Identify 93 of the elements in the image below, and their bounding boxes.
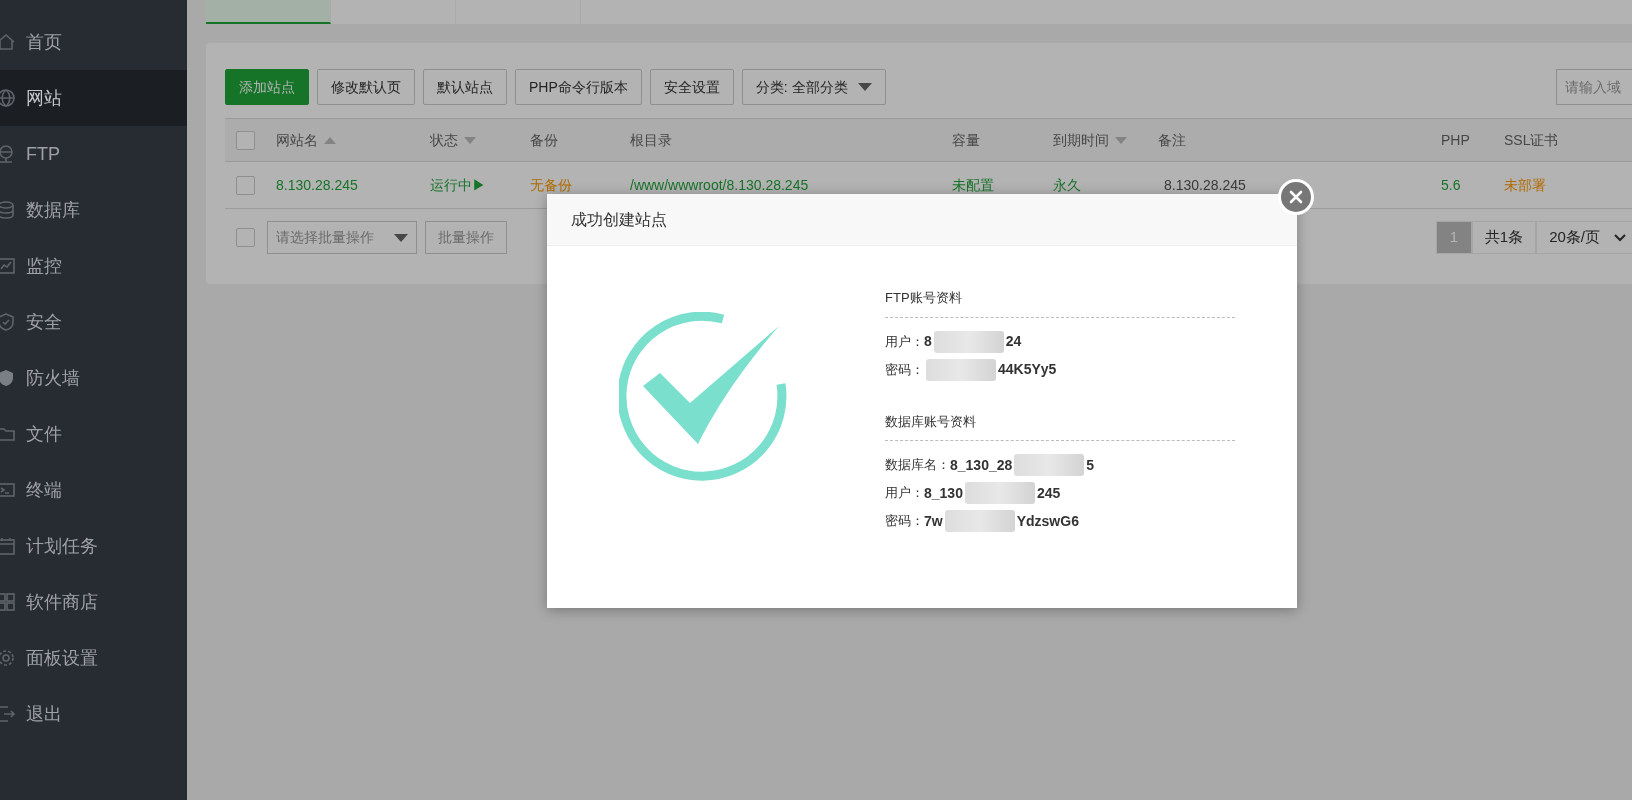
- column-header[interactable]: 状态: [430, 131, 476, 148]
- redaction-smear: [944, 510, 1015, 532]
- table-cell: 未部署: [1504, 176, 1546, 193]
- toolbar-button[interactable]: PHP命令行版本: [515, 69, 642, 105]
- section-heading: 数据库账号资料: [885, 411, 1235, 441]
- sidebar-item[interactable]: 软件商店: [0, 574, 187, 630]
- redaction-smear: [1014, 454, 1085, 476]
- field-label: 密码：: [885, 512, 924, 531]
- column-header: PHP: [1441, 131, 1470, 148]
- sidebar-item[interactable]: 退出: [0, 686, 187, 742]
- search-field[interactable]: 请输入域: [1556, 69, 1632, 105]
- close-icon: [1289, 190, 1303, 204]
- sidebar-label: 网站: [26, 86, 62, 110]
- table-cell: 8.130.28.245: [276, 176, 358, 193]
- field-label: 密码：: [885, 360, 924, 379]
- toolbar-button[interactable]: 添加站点: [225, 69, 309, 105]
- grid-icon: [0, 592, 16, 612]
- sidebar-label: 软件商店: [26, 590, 98, 614]
- home-icon: [0, 32, 16, 52]
- sidebar-item[interactable]: 网站: [0, 70, 187, 126]
- field-value: YdzswG6: [1016, 511, 1079, 531]
- dialog-title: 成功创建站点: [571, 209, 667, 230]
- logout-icon: [0, 704, 16, 724]
- chart-icon: [0, 256, 16, 276]
- settings-icon: [0, 648, 16, 668]
- sidebar-item[interactable]: 数据库: [0, 182, 187, 238]
- sidebar-label: 终端: [26, 478, 62, 502]
- tab[interactable]: [206, 0, 331, 24]
- sidebar-label: 首页: [26, 30, 62, 54]
- table-cell: /www/wwwroot/8.130.28.245: [630, 176, 809, 193]
- sidebar-item[interactable]: 面板设置: [0, 630, 187, 686]
- column-header: SSL证书: [1504, 131, 1559, 148]
- table-cell: 5.6: [1441, 176, 1461, 193]
- field-value: 8: [924, 332, 932, 351]
- database-icon: [0, 200, 16, 220]
- sidebar-label: 监控: [26, 254, 62, 278]
- field-value: 5: [1086, 455, 1095, 475]
- batch-checkbox[interactable]: [236, 228, 255, 247]
- section-heading: FTP账号资料: [885, 288, 1235, 318]
- sidebar-label: 面板设置: [26, 646, 98, 670]
- shield-icon: [0, 312, 16, 332]
- success-check-icon: [619, 312, 789, 482]
- field-label: 用户：: [885, 484, 924, 503]
- sidebar-label: 计划任务: [26, 534, 98, 558]
- sidebar-label: 防火墙: [26, 366, 80, 390]
- sidebar-label: 安全: [26, 310, 62, 334]
- redaction-smear: [964, 482, 1035, 504]
- column-header: 根目录: [630, 131, 672, 148]
- sidebar-label: 文件: [26, 422, 62, 446]
- table-cell: 无备份: [530, 176, 572, 193]
- field-label: 数据库名：: [885, 456, 950, 475]
- caret-icon: [394, 233, 408, 242]
- redaction-smear: [933, 330, 1004, 353]
- redaction-smear: [926, 358, 996, 381]
- field-value: 44K5Yy5: [998, 360, 1057, 379]
- table-cell: 永久: [1053, 176, 1081, 193]
- table-cell: 8.130.28.245: [1164, 176, 1246, 193]
- chevron-icon: [1614, 233, 1626, 242]
- field-value: 245: [1036, 483, 1061, 503]
- page-size-select[interactable]: 20条/页: [1536, 221, 1632, 254]
- column-header[interactable]: 网站名: [276, 131, 336, 148]
- sidebar-item[interactable]: 首页: [0, 14, 187, 70]
- field-value: 8_130_28: [950, 455, 1013, 475]
- field-value: 8_130: [924, 483, 963, 503]
- total-count: 共1条: [1471, 221, 1537, 254]
- field-value: 7w: [924, 511, 943, 531]
- sidebar-item[interactable]: 文件: [0, 406, 187, 462]
- toolbar-button[interactable]: 修改默认页: [317, 69, 415, 105]
- field-label: 用户：: [885, 332, 924, 351]
- table-cell: 运行中▶: [430, 176, 486, 193]
- calendar-icon: [0, 536, 16, 556]
- sidebar-item[interactable]: 计划任务: [0, 518, 187, 574]
- column-header: 备注: [1158, 131, 1186, 148]
- sidebar-item[interactable]: 防火墙: [0, 350, 187, 406]
- sidebar-item[interactable]: 安全: [0, 294, 187, 350]
- sidebar-label: 退出: [26, 702, 62, 726]
- sidebar-item[interactable]: 监控: [0, 238, 187, 294]
- sidebar-item[interactable]: 终端: [0, 462, 187, 518]
- sidebar-label: FTP: [26, 142, 60, 166]
- terminal-icon: [0, 480, 16, 500]
- toolbar-button[interactable]: 安全设置: [649, 69, 734, 105]
- sidebar-label: 数据库: [26, 198, 80, 222]
- column-header: 容量: [952, 131, 980, 148]
- category-dropdown[interactable]: 分类: 全部分类: [741, 69, 886, 105]
- row-checkbox[interactable]: [236, 175, 255, 195]
- select-all-checkbox[interactable]: [236, 130, 255, 150]
- caret-icon: [857, 83, 872, 91]
- sidebar-item[interactable]: FTP: [0, 126, 187, 182]
- column-header: 备份: [530, 131, 558, 148]
- shield-icon: [0, 368, 16, 388]
- toolbar-button[interactable]: 默认站点: [423, 69, 507, 105]
- field-value: 24: [1005, 332, 1022, 351]
- table-cell: 未配置: [952, 176, 994, 193]
